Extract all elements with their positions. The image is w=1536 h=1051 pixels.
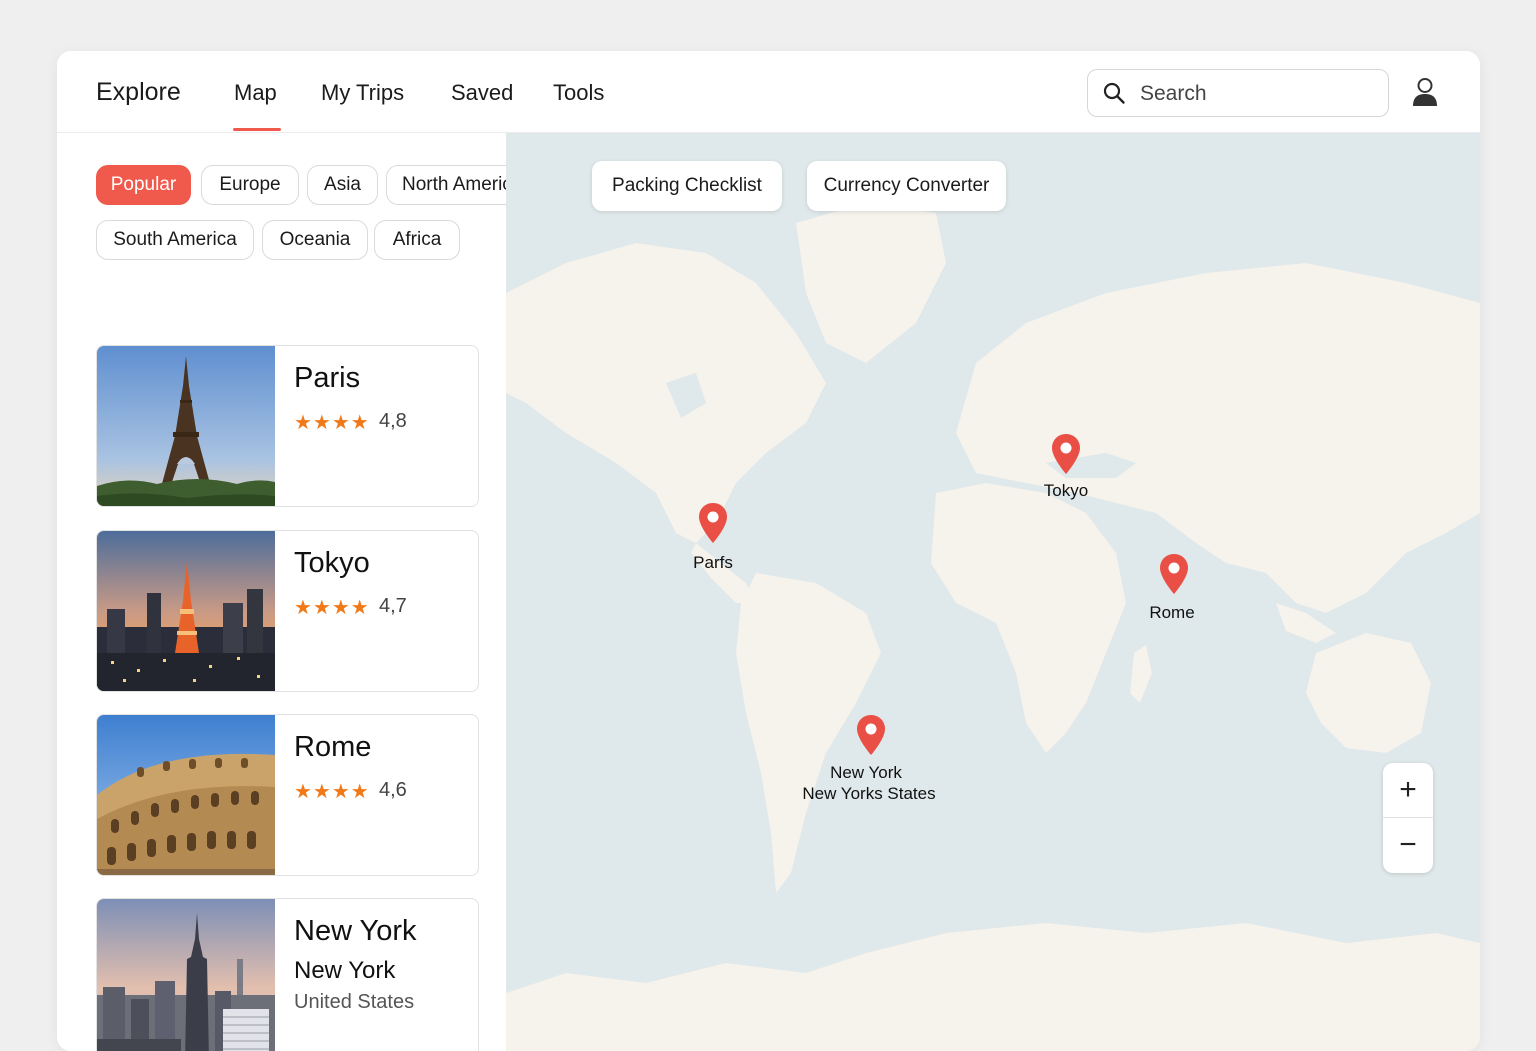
map-pin-icon[interactable] [1051,433,1081,475]
tab-saved[interactable]: Saved [451,80,513,106]
destinations-sidebar: Popular Europe Asia North America South … [57,133,506,1051]
filter-chip-asia[interactable]: Asia [307,165,378,205]
filter-chip-africa[interactable]: Africa [374,220,460,260]
search-box[interactable] [1087,69,1389,117]
paris-eiffel-tower-photo [97,346,275,506]
map-pin-label-paris: Parfs [693,553,733,572]
tab-tools[interactable]: Tools [553,80,604,106]
destination-card-paris[interactable]: Paris ★★★★ 4,8 [96,345,479,507]
active-tab-indicator [233,128,281,131]
map-pin-icon[interactable] [1159,553,1189,595]
user-avatar-icon[interactable] [1411,77,1439,107]
new-york-skyline-photo [97,899,275,1051]
packing-checklist-button[interactable]: Packing Checklist [592,161,782,211]
top-nav-bar: Explore Map My Trips Saved Tools [57,51,1480,133]
rating-value: 4,8 [379,410,407,432]
currency-converter-button[interactable]: Currency Converter [807,161,1006,211]
rating-value: 4,6 [379,779,407,801]
map-pin-sublabel-new-york: New Yorks States [802,784,936,803]
app-window: Explore Map My Trips Saved Tools Popular… [57,51,1480,1051]
filter-chip-oceania[interactable]: Oceania [262,220,368,260]
rating-stars-icon: ★★★★ [294,781,370,803]
rating-value: 4,7 [379,595,407,617]
destination-state: New York [294,957,396,984]
destination-name: Tokyo [294,547,370,579]
tab-my-trips[interactable]: My Trips [321,80,404,106]
map-pin-label-tokyo: Tokyo [1043,481,1089,500]
rating-stars-icon: ★★★★ [294,597,370,619]
destination-name: Rome [294,731,372,763]
tab-map[interactable]: Map [234,80,277,106]
tokyo-tower-photo [97,531,275,691]
map-pin-label-new-york: New York [830,763,902,782]
zoom-control: + − [1383,763,1433,873]
search-input[interactable] [1138,78,1377,110]
destination-name: New York [294,915,417,947]
brand-title: Explore [96,78,181,106]
filter-chip-south-america[interactable]: South America [96,220,254,260]
filter-chip-popular[interactable]: Popular [96,165,191,205]
destination-card-new-york[interactable]: New York New York United States [96,898,479,1051]
rating-stars-icon: ★★★★ [294,412,370,434]
map-pin-icon[interactable] [856,714,886,756]
filter-chip-europe[interactable]: Europe [201,165,299,205]
zoom-out-button[interactable]: − [1383,818,1433,872]
filter-chip-north-america[interactable]: North America [386,165,506,205]
destination-card-tokyo[interactable]: Tokyo ★★★★ 4,7 [96,530,479,692]
rome-colosseum-photo [97,715,275,875]
destination-country: United States [294,991,415,1013]
destination-card-rome[interactable]: Rome ★★★★ 4,6 [96,714,479,876]
destination-name: Paris [294,362,361,394]
map-pin-icon[interactable] [698,502,728,544]
map-pin-label-rome: Rome [1149,603,1195,622]
world-map-landmasses [506,203,1480,1051]
world-map[interactable]: Packing Checklist Currency Converter Tok… [506,133,1480,1051]
zoom-in-button[interactable]: + [1383,763,1433,817]
search-icon [1103,82,1125,104]
